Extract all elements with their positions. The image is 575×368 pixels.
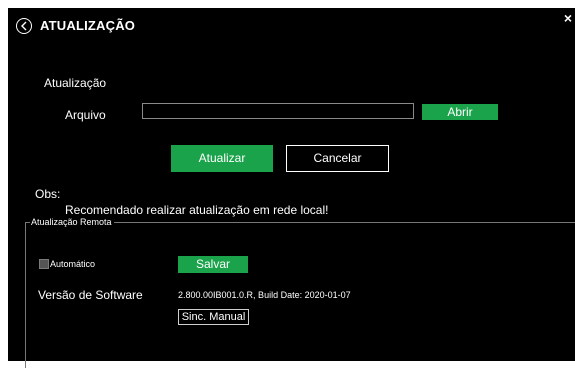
page-title: ATUALIZAÇÃO: [40, 18, 136, 33]
manual-sync-button[interactable]: Sinc. Manual: [178, 309, 249, 325]
save-button[interactable]: Salvar: [178, 256, 248, 273]
back-button[interactable]: [16, 18, 32, 34]
obs-text: Recomendado realizar atualização em rede…: [65, 203, 329, 217]
auto-update-checkbox[interactable]: [39, 259, 49, 269]
file-label: Arquivo: [65, 108, 106, 122]
auto-update-label: Automático: [50, 259, 96, 269]
file-path-input[interactable]: [142, 103, 414, 119]
software-version-label: Versão de Software: [38, 288, 143, 302]
update-dialog: ATUALIZAÇÃO × Atualização Arquivo Abrir …: [8, 8, 575, 368]
update-section-label: Atualização: [44, 76, 107, 90]
open-button[interactable]: Abrir: [422, 104, 498, 120]
obs-label: Obs:: [35, 187, 61, 201]
software-version-value: 2.800.00IB001.0.R, Build Date: 2020-01-0…: [178, 290, 351, 300]
remote-update-legend: Atualização Remota: [30, 217, 114, 228]
close-icon[interactable]: ×: [564, 11, 572, 25]
update-button[interactable]: Atualizar: [171, 145, 273, 172]
cancel-button[interactable]: Cancelar: [286, 145, 389, 172]
chevron-left-icon: [21, 21, 27, 31]
